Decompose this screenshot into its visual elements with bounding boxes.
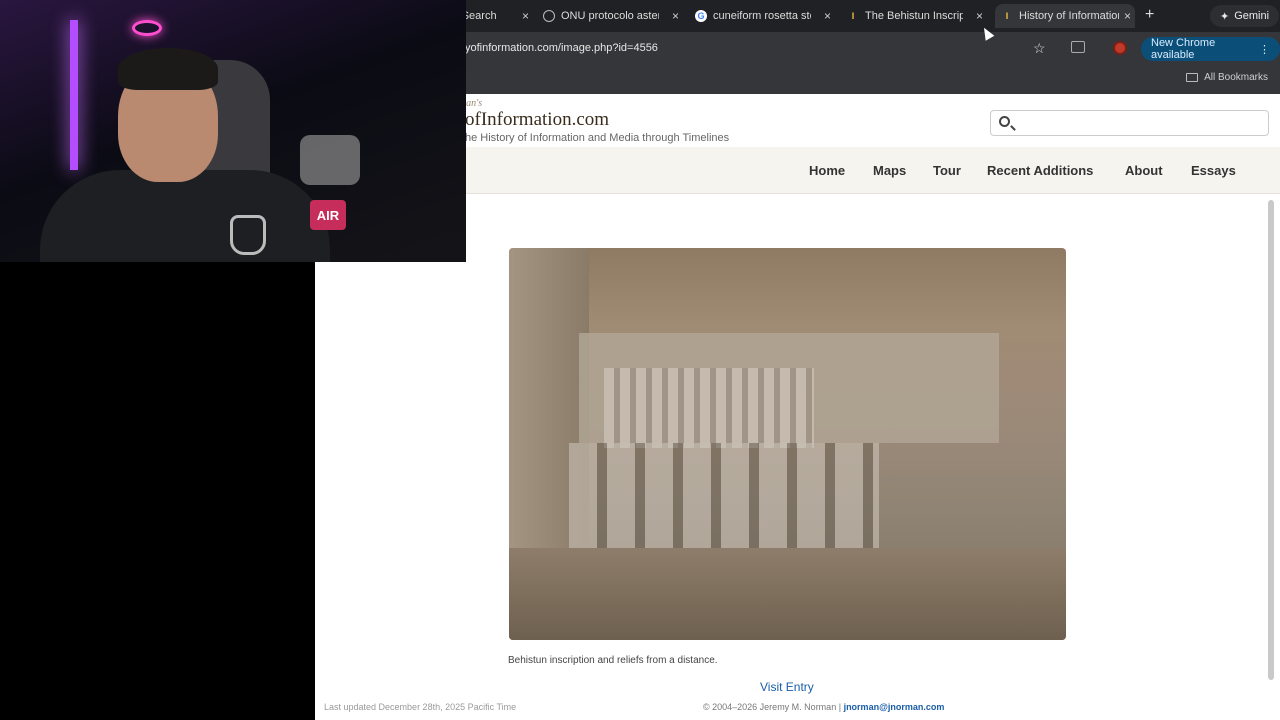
image-caption: Behistun inscription and reliefs from a …	[508, 655, 718, 666]
close-icon[interactable]: ×	[672, 9, 679, 23]
nav-recent-additions[interactable]: Recent Additions	[987, 163, 1093, 178]
close-icon[interactable]: ×	[1124, 9, 1131, 23]
all-bookmarks-label: All Bookmarks	[1204, 72, 1268, 83]
new-chrome-available-button[interactable]: New Chrome available ⋮	[1141, 37, 1280, 61]
search-input[interactable]	[990, 110, 1269, 136]
behistun-photo	[509, 248, 1066, 640]
tab-title: cuneiform rosetta sto	[713, 10, 811, 22]
all-bookmarks-button[interactable]: All Bookmarks	[1186, 72, 1268, 83]
new-tab-button[interactable]: +	[1145, 6, 1154, 24]
gemini-label: Gemini	[1234, 10, 1270, 22]
site-tagline: he History of Information and Media thro…	[465, 132, 730, 144]
bookmark-star-icon[interactable]: ☆	[1033, 40, 1046, 57]
site-logo[interactable]: ofInformation.com	[465, 109, 609, 131]
tab-title: History of Information	[1019, 10, 1119, 22]
nav-home[interactable]: Home	[809, 163, 845, 178]
close-icon[interactable]: ×	[824, 9, 831, 23]
tab-search[interactable]: - Search ×	[455, 4, 533, 28]
tab-behistun[interactable]: I The Behistun Inscript ×	[847, 4, 987, 28]
tab-history-of-information[interactable]: I History of Information ×	[995, 4, 1135, 28]
site-favicon-icon: I	[851, 11, 855, 21]
neon-light	[70, 20, 78, 170]
ufo-neon-sign	[132, 20, 162, 36]
email-link[interactable]: jnorman@jnorman.com	[844, 702, 945, 712]
extension-icon[interactable]	[1113, 41, 1127, 55]
air-sign: AIR	[310, 200, 346, 230]
lamp	[300, 135, 360, 185]
shirt-logo-icon	[230, 215, 266, 255]
nav-maps[interactable]: Maps	[873, 163, 906, 178]
sparkle-icon: ✦	[1220, 10, 1230, 23]
url-field[interactable]: yofinformation.com/image.php?id=4556	[465, 42, 658, 54]
last-updated: Last updated December 28th, 2025 Pacific…	[324, 702, 517, 712]
new-chrome-label: New Chrome available	[1151, 37, 1216, 61]
google-favicon-icon: G	[695, 10, 707, 22]
nav-tour[interactable]: Tour	[933, 163, 961, 178]
screen: - Search × ONU protocolo aster × G cunei…	[0, 0, 1280, 720]
scrollbar[interactable]	[1268, 200, 1274, 680]
person-hair	[118, 48, 218, 90]
copyright: © 2004–2026 Jeremy M. Norman | jnorman@j…	[703, 702, 944, 712]
tab-cuneiform[interactable]: G cuneiform rosetta sto ×	[695, 4, 835, 28]
nav-essays[interactable]: Essays	[1191, 163, 1236, 178]
cast-icon[interactable]	[1071, 41, 1085, 53]
tab-onu[interactable]: ONU protocolo aster ×	[543, 4, 683, 28]
webcam-overlay: AIR	[0, 0, 466, 262]
nav-about[interactable]: About	[1125, 163, 1163, 178]
visit-entry-link[interactable]: Visit Entry	[760, 680, 814, 694]
tab-title: The Behistun Inscript	[865, 10, 963, 22]
close-icon[interactable]: ×	[976, 9, 983, 23]
gemini-button[interactable]: ✦ Gemini	[1210, 5, 1280, 27]
person-body	[40, 170, 330, 262]
tab-title: ONU protocolo aster	[561, 10, 659, 22]
search-icon[interactable]	[999, 116, 1010, 127]
globe-favicon-icon	[543, 10, 555, 22]
copyright-text: © 2004–2026 Jeremy M. Norman |	[703, 702, 842, 712]
site-favicon-icon: I	[1005, 11, 1009, 21]
close-icon[interactable]: ×	[522, 9, 529, 23]
folder-icon	[1186, 73, 1199, 82]
kebab-menu-icon[interactable]: ⋮	[1259, 43, 1270, 56]
